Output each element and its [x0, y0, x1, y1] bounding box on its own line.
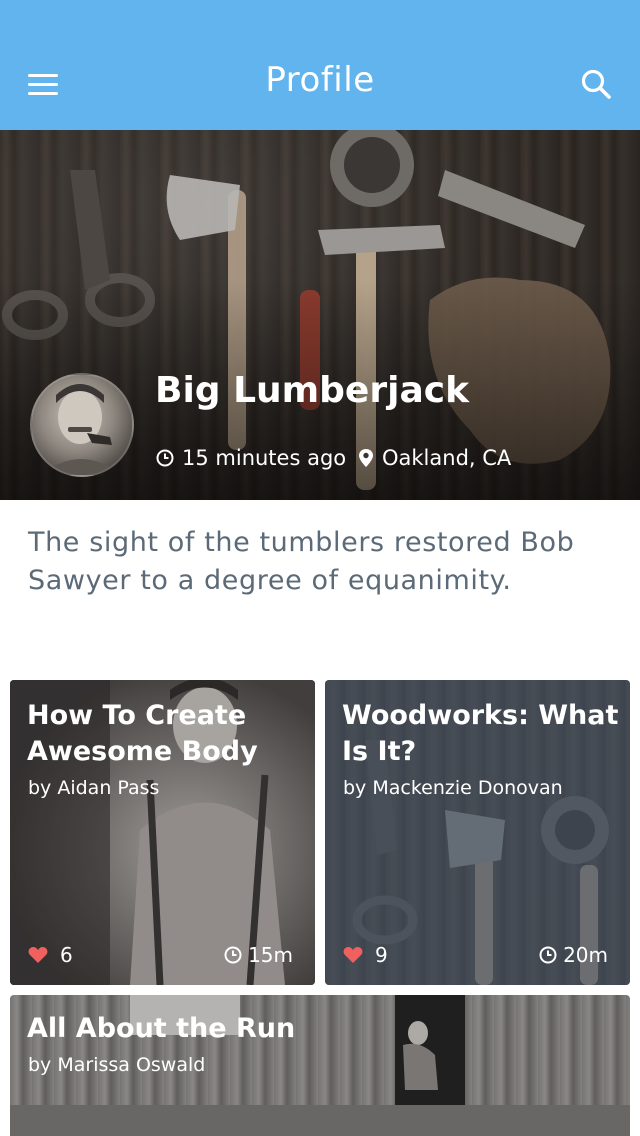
clock-icon	[224, 946, 242, 964]
clock-icon	[539, 946, 557, 964]
article-card[interactable]: Woodworks: What Is It? by Mackenzie Dono…	[325, 680, 630, 985]
card-author: by Aidan Pass	[28, 777, 160, 799]
article-card[interactable]: All About the Run by Marissa Oswald	[10, 995, 630, 1136]
profile-location: Oakland, CA	[358, 446, 511, 470]
card-title: All About the Run	[27, 1013, 296, 1044]
read-duration: 15m	[224, 943, 293, 967]
post-time: 15 minutes ago	[156, 446, 346, 470]
card-author: by Mackenzie Donovan	[343, 777, 563, 799]
avatar[interactable]	[30, 373, 134, 477]
card-author: by Marissa Oswald	[28, 1054, 206, 1076]
likes-count[interactable]: 6	[28, 943, 73, 967]
card-title: Woodworks: What Is It?	[342, 700, 619, 767]
clock-icon	[156, 449, 174, 467]
likes-count[interactable]: 9	[343, 943, 388, 967]
page-title: Profile	[265, 60, 375, 100]
heart-icon	[28, 947, 48, 963]
profile-name: Big Lumberjack	[155, 370, 470, 411]
search-icon[interactable]	[578, 66, 616, 104]
read-duration: 20m	[539, 943, 608, 967]
post-time-text: 15 minutes ago	[182, 446, 347, 470]
article-card[interactable]: How To Create Awesome Body by Aidan Pass…	[10, 680, 315, 985]
card-title: How To Create Awesome Body	[27, 700, 258, 767]
heart-icon	[343, 947, 363, 963]
location-text: Oakland, CA	[382, 446, 512, 470]
location-pin-icon	[359, 449, 373, 467]
profile-bio: The sight of the tumblers restored Bob S…	[28, 527, 575, 596]
app-header: Profile	[0, 0, 640, 130]
